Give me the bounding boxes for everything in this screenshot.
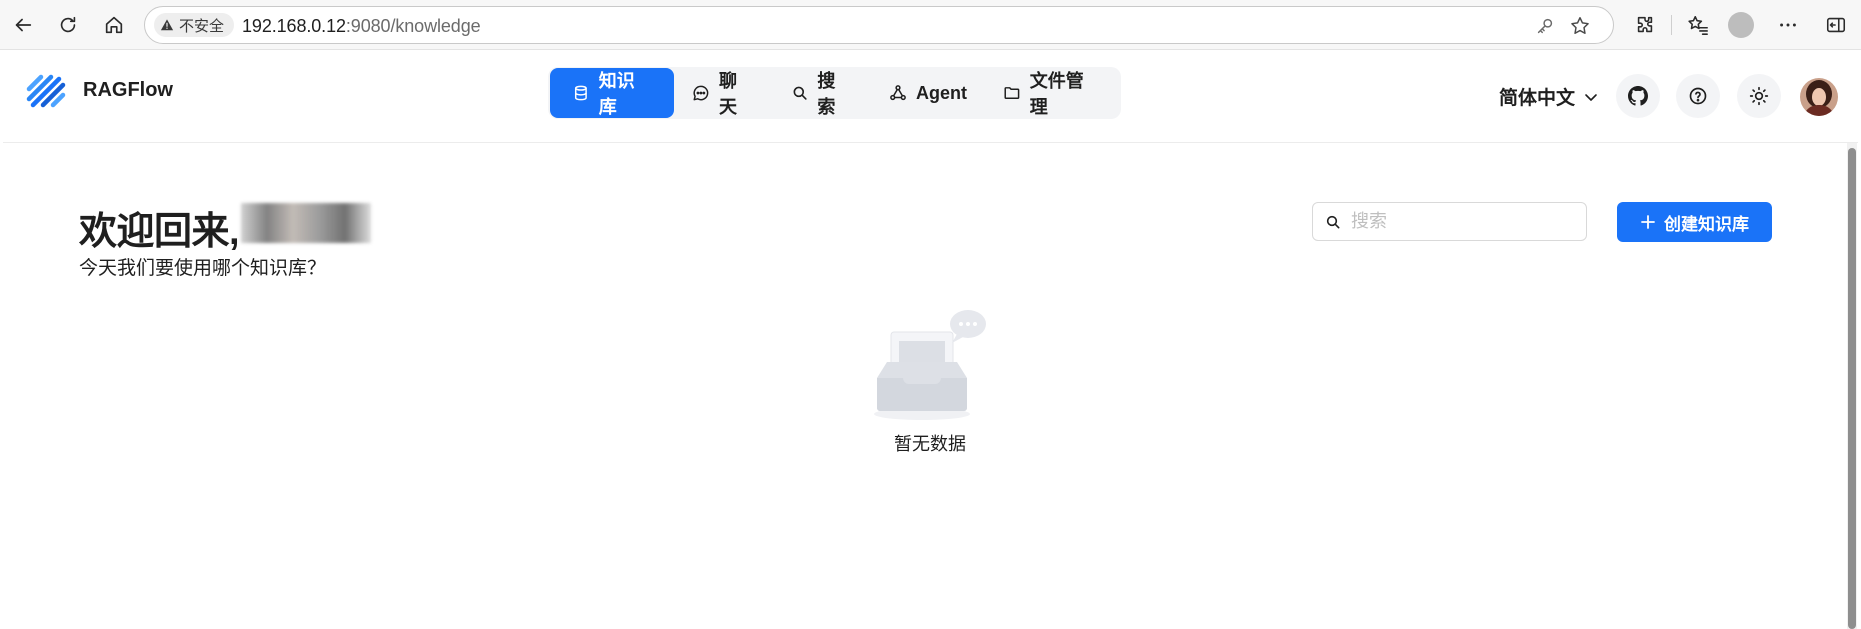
sun-icon xyxy=(1749,86,1769,106)
extensions-icon xyxy=(1637,16,1653,33)
brand[interactable]: RAGFlow xyxy=(23,67,173,113)
security-chip[interactable]: 不安全 xyxy=(154,13,235,37)
help-icon xyxy=(1689,87,1707,105)
welcome-subtitle: 今天我们要使用哪个知识库？ xyxy=(79,258,327,279)
redacted-username xyxy=(241,203,371,243)
agent-icon xyxy=(890,85,906,101)
sidebar-icon xyxy=(1826,17,1846,33)
chevron-down-icon xyxy=(1585,93,1597,101)
help-button[interactable] xyxy=(1676,74,1720,118)
knowledge-page: 欢迎回来, 今天我们要使用哪个知识库？ 创建知识库 暂无数据 xyxy=(3,143,1843,629)
scrollbar-thumb[interactable] xyxy=(1848,148,1856,629)
folder-icon xyxy=(1004,87,1020,99)
avatar-image xyxy=(1800,78,1838,116)
create-button-label: 创建知识库 xyxy=(1664,214,1749,234)
database-icon xyxy=(574,85,587,101)
nav-item-search[interactable]: 搜索 xyxy=(773,68,871,118)
nav-item-files[interactable]: 文件管理 xyxy=(985,68,1119,118)
chat-icon xyxy=(693,85,709,101)
back-icon xyxy=(15,18,32,32)
key-icon[interactable] xyxy=(1534,15,1556,37)
nav-item-agent[interactable]: Agent xyxy=(871,68,985,118)
warning-icon xyxy=(160,19,174,31)
nav-label: 文件管理 xyxy=(1029,71,1084,117)
more-button[interactable] xyxy=(1770,7,1806,43)
search-icon xyxy=(1326,215,1340,228)
language-select[interactable]: 简体中文 xyxy=(1499,83,1599,110)
nav-label: 聊天 xyxy=(719,71,737,117)
nav-item-knowledge[interactable]: 知识库 xyxy=(550,68,675,118)
extensions-button[interactable] xyxy=(1627,7,1663,43)
favorites-icon xyxy=(1688,15,1708,35)
url-host: 192.168.0.12 xyxy=(242,16,346,36)
reload-button[interactable] xyxy=(50,7,86,43)
url-text[interactable]: 192.168.0.12:9080/knowledge xyxy=(242,16,481,37)
theme-toggle-button[interactable] xyxy=(1737,74,1781,118)
user-avatar[interactable] xyxy=(1800,78,1838,116)
back-button[interactable] xyxy=(5,7,41,43)
app-header: RAGFlow 知识库 聊天 搜索 Agent 文件管理 简体中文 xyxy=(3,51,1858,143)
knowledge-search[interactable] xyxy=(1312,202,1587,241)
empty-text: 暂无数据 xyxy=(894,434,966,454)
search-input[interactable] xyxy=(1349,210,1573,233)
browser-toolbar: 不安全 192.168.0.12:9080/knowledge xyxy=(0,0,1861,50)
brand-name: RAGFlow xyxy=(83,78,173,101)
main-nav: 知识库 聊天 搜索 Agent 文件管理 xyxy=(548,67,1121,119)
profile-icon[interactable] xyxy=(1728,12,1754,38)
sidebar-button[interactable] xyxy=(1818,7,1854,43)
url-path: :9080/knowledge xyxy=(345,16,481,36)
nav-label: Agent xyxy=(915,82,967,103)
search-icon xyxy=(793,86,807,100)
home-icon xyxy=(105,16,123,34)
star-icon[interactable] xyxy=(1569,15,1591,37)
plus-icon xyxy=(1641,215,1655,229)
favorites-button[interactable] xyxy=(1680,7,1716,43)
empty-inbox-icon xyxy=(874,310,986,420)
address-bar[interactable]: 不安全 192.168.0.12:9080/knowledge xyxy=(144,6,1614,44)
home-button[interactable] xyxy=(96,7,132,43)
language-label: 简体中文 xyxy=(1499,88,1576,109)
toolbar-divider xyxy=(1671,15,1672,35)
github-icon xyxy=(1628,86,1648,106)
nav-label: 知识库 xyxy=(598,71,635,117)
security-label: 不安全 xyxy=(179,17,225,35)
nav-label: 搜索 xyxy=(817,71,836,117)
empty-state: 暂无数据 xyxy=(867,308,993,458)
more-icon xyxy=(1780,23,1796,27)
ragflow-logo-icon xyxy=(26,74,66,108)
create-knowledge-button[interactable]: 创建知识库 xyxy=(1617,202,1772,242)
reload-icon xyxy=(60,16,76,33)
nav-item-chat[interactable]: 聊天 xyxy=(674,68,772,118)
welcome-title: 欢迎回来, xyxy=(79,211,240,253)
github-button[interactable] xyxy=(1616,74,1660,118)
